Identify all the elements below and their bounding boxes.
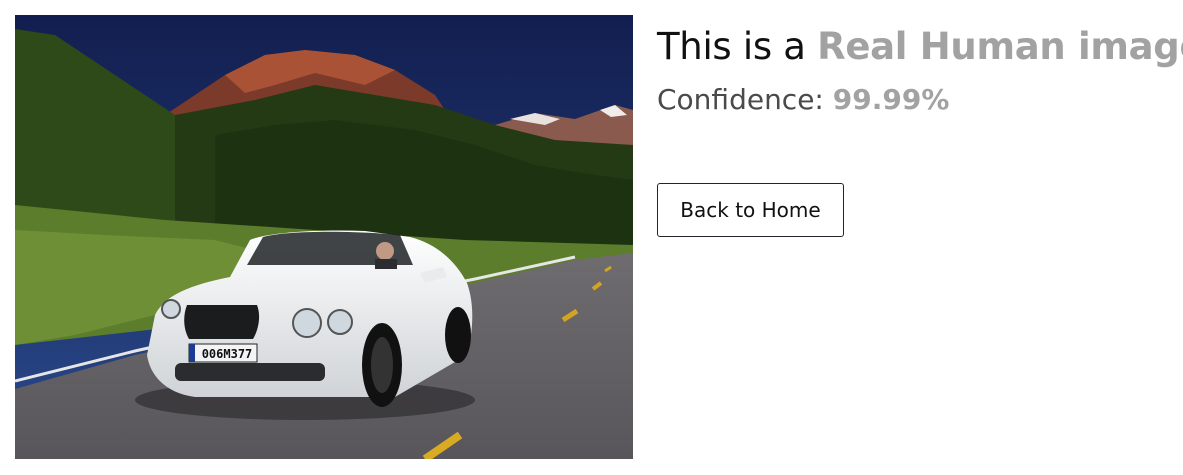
- result-title: This is a Real Human image: [657, 20, 1183, 74]
- result-title-prefix: This is a: [657, 25, 818, 68]
- result-panel: This is a Real Human image Confidence: 9…: [657, 20, 1183, 122]
- uploaded-image: 006M377: [15, 15, 633, 459]
- confidence-line: Confidence: 99.99%: [657, 78, 1177, 122]
- result-label: Real Human image: [817, 25, 1183, 68]
- page: 006M377 This is a Real Human image Confi…: [0, 0, 1183, 475]
- license-plate-text: 006M377: [202, 347, 253, 361]
- confidence-label: Confidence:: [657, 83, 833, 116]
- back-to-home-button[interactable]: Back to Home: [657, 183, 844, 237]
- confidence-value: 99.99%: [832, 83, 950, 116]
